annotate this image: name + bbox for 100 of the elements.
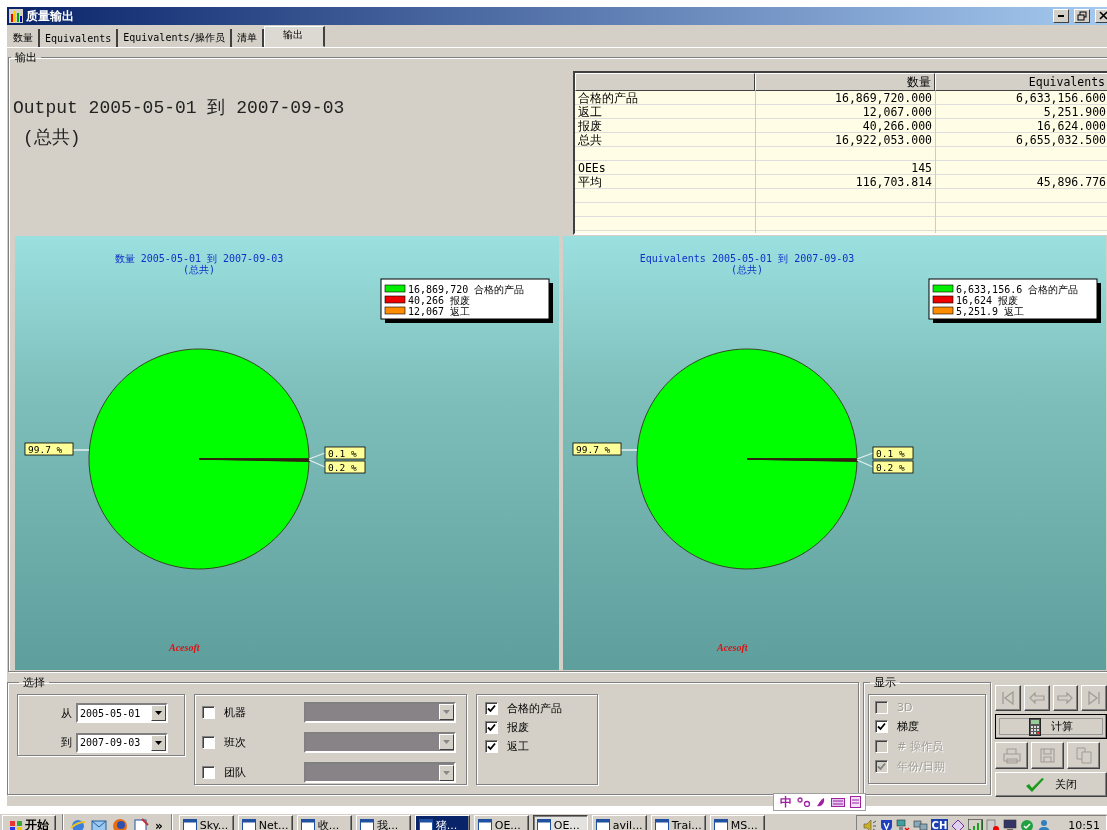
minimize-button[interactable] bbox=[1053, 9, 1069, 23]
dropdown-arrow-icon bbox=[443, 770, 450, 775]
table-cell-text: 平均 bbox=[577, 175, 603, 189]
moon-icon bbox=[816, 797, 826, 807]
calculator-icon bbox=[1029, 717, 1041, 736]
network-icon bbox=[895, 818, 910, 830]
leader-line bbox=[308, 459, 326, 468]
speaker-icon bbox=[862, 818, 877, 830]
column-header: Equivalents bbox=[935, 73, 1107, 91]
legend-label: 12,067 返工 bbox=[408, 305, 471, 317]
clock: 10:51 bbox=[1068, 819, 1100, 830]
overflow-chevron[interactable]: » bbox=[155, 818, 163, 830]
leader-line bbox=[619, 449, 638, 451]
tab[interactable]: 输出 bbox=[264, 26, 326, 47]
window-title: 质量输出 bbox=[26, 7, 75, 25]
taskbar-button[interactable]: avil... bbox=[591, 815, 647, 830]
window-icon bbox=[418, 819, 433, 830]
window-icon bbox=[300, 819, 315, 830]
bar-chart-icon bbox=[9, 9, 23, 23]
table-cell-text: 总共 bbox=[577, 133, 603, 147]
taskbar-button[interactable]: Trai... bbox=[650, 815, 706, 830]
data-label: 0.2 % bbox=[328, 461, 357, 473]
data-label: 0.2 % bbox=[324, 460, 366, 474]
printer-icon bbox=[1002, 747, 1021, 764]
checkbox-label: 合格的产品 bbox=[507, 701, 562, 716]
right-arrow-icon bbox=[1057, 692, 1074, 704]
tab[interactable]: Equivalents bbox=[40, 29, 119, 47]
field-label: 从 bbox=[60, 705, 73, 721]
group-title: 输出 bbox=[14, 50, 38, 65]
dropdown-arrow-icon bbox=[155, 740, 162, 745]
checkbox[interactable] bbox=[202, 766, 215, 780]
checkbox[interactable] bbox=[202, 705, 215, 719]
leader-line bbox=[855, 459, 874, 468]
checkbox[interactable] bbox=[875, 720, 888, 733]
data-label: 0.1 % bbox=[875, 447, 905, 459]
checkbox[interactable] bbox=[485, 721, 498, 734]
window-icon bbox=[595, 819, 610, 830]
table-cell-text: 6,633,156.600 bbox=[1015, 91, 1107, 105]
checkbox-label: 机器 bbox=[224, 704, 247, 720]
data-label: 0.2 % bbox=[875, 461, 905, 473]
table-cell-text: OEEs bbox=[577, 161, 607, 175]
calculate-button[interactable]: 计算 bbox=[995, 714, 1107, 739]
input-mode-toggle[interactable]: 中 bbox=[780, 793, 792, 811]
data-label: 0.1 % bbox=[872, 446, 913, 460]
table-cell-text: 合格的产品 bbox=[577, 91, 639, 105]
date-dropdown[interactable]: 2007-09-03 bbox=[76, 732, 168, 753]
mail-icon bbox=[91, 817, 107, 830]
tab[interactable]: 数量 bbox=[8, 29, 40, 47]
minimize-icon bbox=[1058, 15, 1064, 17]
chart-title: Equivalents 2005-05-01 到 2007-09-03 bbox=[639, 253, 854, 264]
language-indicator[interactable]: CH bbox=[930, 819, 949, 830]
table-cell-text: 5,251.900 bbox=[1042, 105, 1107, 119]
group-title: 显示 bbox=[873, 675, 897, 690]
checkbox-label: 梯度 bbox=[897, 719, 919, 734]
table-cell-text: 45,896.776 bbox=[1035, 175, 1107, 189]
close-button[interactable] bbox=[1095, 9, 1107, 23]
legend-label: 16,624 报废 bbox=[955, 294, 1018, 306]
tab[interactable]: Equivalents/操作员 bbox=[118, 29, 233, 47]
chart-subtitle: (总共) bbox=[183, 264, 215, 275]
column-header: 数量 bbox=[755, 73, 935, 91]
checkbox[interactable] bbox=[485, 740, 498, 753]
chart-title: 数量 2005-05-01 到 2007-09-03 bbox=[114, 253, 284, 264]
punctuation-icon bbox=[797, 797, 811, 807]
dropdown-arrow-icon bbox=[443, 710, 450, 715]
dropdown-arrow-icon bbox=[443, 740, 450, 745]
table-cell-text: 16,922,053.000 bbox=[834, 133, 933, 147]
table-cell-text: 145 bbox=[910, 161, 933, 175]
date-dropdown[interactable]: 2005-05-01 bbox=[76, 703, 168, 724]
checkbox-label: 报废 bbox=[507, 720, 529, 735]
close-icon bbox=[1098, 11, 1107, 21]
close-dialog-button[interactable]: 关闭 bbox=[995, 772, 1107, 797]
chart-subtitle: (总共) bbox=[730, 264, 763, 275]
checkbox[interactable] bbox=[202, 736, 215, 749]
taskbar-button[interactable]: 猪... bbox=[414, 815, 470, 830]
checkbox[interactable] bbox=[485, 702, 498, 715]
window-icon bbox=[536, 819, 551, 830]
taskbar-button[interactable]: 收... bbox=[296, 815, 352, 830]
taskbar-button[interactable]: OE... bbox=[473, 815, 529, 830]
data-label: 0.1 % bbox=[328, 447, 357, 459]
maximize-button[interactable] bbox=[1074, 9, 1090, 23]
window-icon bbox=[654, 819, 669, 830]
taskbar-button[interactable]: 我... bbox=[355, 815, 411, 830]
taskbar-button[interactable]: MS... bbox=[709, 815, 765, 830]
globe-icon bbox=[70, 817, 86, 830]
taskbar-button[interactable]: OE... bbox=[532, 815, 588, 830]
brand-label: Acesoft bbox=[169, 642, 200, 653]
leader-line bbox=[72, 449, 90, 451]
fox-globe-icon bbox=[112, 817, 128, 830]
skip-forward-icon bbox=[1087, 691, 1102, 705]
left-arrow-icon bbox=[1028, 692, 1045, 704]
data-label: 0.2 % bbox=[872, 460, 913, 474]
table-cell-text: 返工 bbox=[577, 105, 603, 119]
dropdown-arrow-icon bbox=[155, 711, 162, 716]
window-icon bbox=[477, 819, 492, 830]
menu-icon bbox=[850, 796, 861, 808]
taskbar-button[interactable]: Net... bbox=[237, 815, 293, 830]
checkmark-icon bbox=[1025, 776, 1045, 793]
report-title: Output 2005-05-01 到 2007-09-03 bbox=[13, 97, 346, 119]
monitor-icon bbox=[1003, 818, 1018, 830]
diamond-icon bbox=[951, 818, 966, 830]
